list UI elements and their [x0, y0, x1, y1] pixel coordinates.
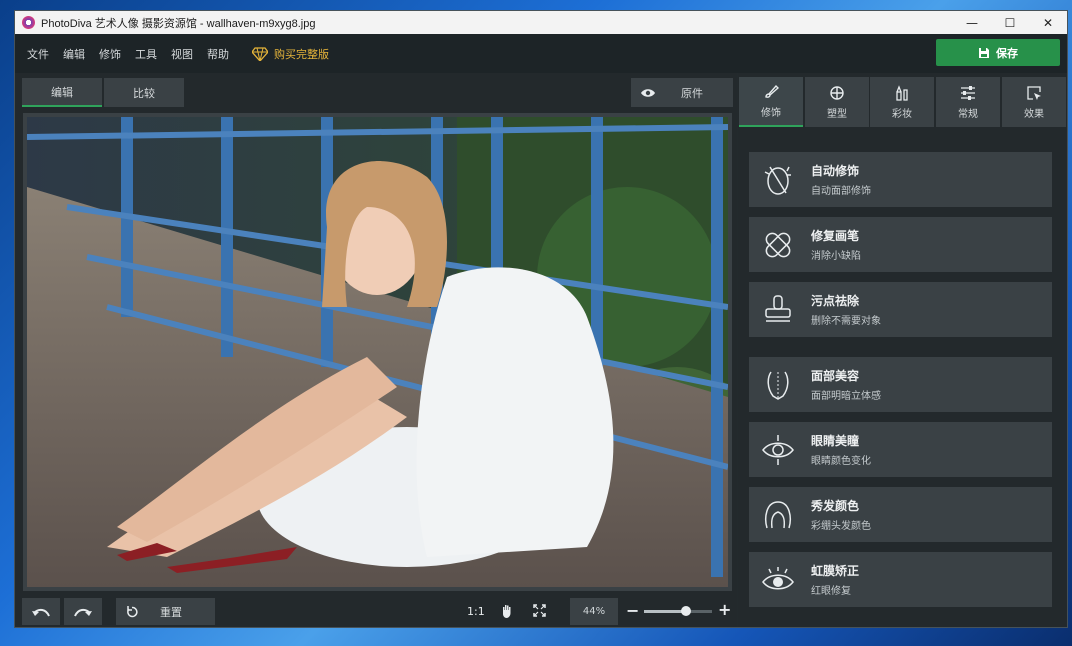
zoom-slider-thumb[interactable]	[681, 606, 692, 616]
menu-help[interactable]: 帮助	[200, 46, 236, 62]
menu-bar: 文件 编辑 修饰 工具 视图 帮助 购买完整版 保存	[15, 34, 1067, 73]
floppy-disk-icon	[979, 47, 989, 58]
save-label: 保存	[996, 46, 1018, 60]
menu-retouch[interactable]: 修饰	[92, 46, 128, 62]
tool-title: 眼睛美瞳	[811, 434, 860, 448]
tab-effects-label: 效果	[1024, 108, 1044, 120]
target-icon	[830, 85, 844, 100]
tool-title: 污点祛除	[811, 294, 860, 308]
menu-file[interactable]: 文件	[20, 46, 56, 62]
tool-hair-color[interactable]: 秀发颜色彩绷头发颜色	[749, 487, 1052, 542]
sliders-icon	[961, 85, 975, 100]
zoom-label: 44%	[582, 606, 606, 617]
reset-button[interactable]: 重置	[116, 598, 215, 625]
magic-face-icon	[764, 166, 791, 195]
minimize-button[interactable]: —	[953, 11, 991, 34]
tool-title: 虹膜矫正	[811, 564, 860, 578]
effects-icon	[1027, 85, 1041, 100]
tab-retouch[interactable]: 修饰	[739, 77, 803, 127]
tool-title: 面部美容	[811, 369, 860, 383]
photo-canvas[interactable]	[23, 113, 732, 591]
save-button[interactable]: 保存	[936, 39, 1060, 66]
tool-red-eye-fix[interactable]: 虹膜矫正 红眼修复	[749, 552, 1052, 607]
tool-subtitle: 红眼修复	[811, 586, 851, 597]
hair-icon	[765, 500, 791, 528]
undo-button[interactable]	[22, 598, 60, 625]
maximize-button[interactable]: ☐	[991, 11, 1029, 34]
bandage-icon	[765, 232, 791, 257]
tab-edit[interactable]: 编辑	[22, 78, 102, 107]
tool-title: 秀发颜色	[811, 499, 860, 513]
actual-size-button[interactable]: 1:1	[467, 605, 485, 618]
tool-subtitle: 面部明暗立体感	[811, 391, 881, 402]
zoom-slider-fill	[644, 610, 687, 613]
tool-eye-color[interactable]: 眼睛美瞳眼睛颜色变化	[749, 422, 1052, 477]
tool-subtitle: 删除不需要对象	[811, 316, 881, 327]
editor-bottom-bar: 重置 1:1 44% − +	[15, 595, 737, 627]
zoom-slider-track[interactable]	[644, 606, 712, 616]
redo-button[interactable]	[64, 598, 102, 625]
tool-blemish-removal[interactable]: 污点祛除删除不需要对象	[749, 282, 1052, 337]
editor-panel: 编辑 比较 原件 重置 1:1 44% − +	[15, 73, 737, 627]
app-logo-icon	[22, 16, 35, 29]
title-bar: PhotoDiva 艺术人像 摄影资源馆 - wallhaven-m9xyg8.…	[15, 11, 1067, 34]
lipstick-icon	[896, 84, 908, 101]
window-title: PhotoDiva 艺术人像 摄影资源馆 - wallhaven-m9xyg8.…	[41, 17, 316, 30]
menu-edit[interactable]: 编辑	[56, 46, 92, 62]
zoom-value[interactable]: 44%	[570, 598, 618, 625]
zoom-out-button[interactable]: −	[626, 601, 639, 620]
tab-edit-label: 编辑	[51, 85, 73, 99]
zoom-in-button[interactable]: +	[718, 600, 731, 619]
eye-target-icon	[762, 434, 794, 465]
iris-icon	[762, 566, 794, 589]
tab-makeup-label: 彩妆	[892, 108, 912, 120]
tab-compare-label: 比较	[133, 86, 155, 100]
tab-general-label: 常规	[958, 108, 978, 120]
app-window: PhotoDiva 艺术人像 摄影资源馆 - wallhaven-m9xyg8.…	[14, 10, 1068, 628]
tool-subtitle: 自动面部修饰	[811, 186, 871, 197]
reset-label: 重置	[160, 605, 182, 619]
tool-title: 修复画笔	[811, 229, 860, 243]
face-contour-icon	[767, 371, 789, 400]
tool-face-sculpt[interactable]: 面部美容面部明暗立体感	[749, 357, 1052, 412]
tool-subtitle: 眼睛颜色变化	[811, 456, 871, 467]
brush-icon	[765, 84, 779, 98]
tab-retouch-label: 修饰	[761, 107, 781, 119]
close-button[interactable]: ✕	[1029, 11, 1067, 34]
tool-subtitle: 消除小缺陷	[811, 251, 861, 262]
original-label: 原件	[681, 86, 703, 100]
tab-effects[interactable]: 效果	[1002, 77, 1066, 127]
diamond-icon	[252, 46, 268, 61]
buy-full-version-link[interactable]: 购买完整版	[252, 46, 329, 62]
redo-icon	[74, 608, 92, 616]
hand-pan-icon[interactable]	[501, 604, 513, 618]
tab-makeup[interactable]: 彩妆	[870, 77, 934, 127]
tab-reshape-label: 塑型	[827, 108, 847, 120]
tool-subtitle: 彩绷头发颜色	[811, 521, 871, 532]
tool-auto-retouch[interactable]: 自动修饰自动面部修饰	[749, 152, 1052, 207]
tab-compare[interactable]: 比较	[104, 78, 184, 107]
tool-healing-brush[interactable]: 修复画笔 消除小缺陷	[749, 217, 1052, 272]
eye-icon	[641, 88, 655, 97]
tab-reshape[interactable]: 塑型	[805, 77, 869, 127]
buy-label: 购买完整版	[274, 47, 329, 61]
fit-screen-icon[interactable]	[533, 604, 546, 617]
stamp-icon	[765, 294, 791, 322]
reset-icon	[127, 605, 138, 617]
undo-icon	[32, 608, 50, 616]
tool-title: 自动修饰	[811, 164, 860, 178]
tab-general[interactable]: 常规	[936, 77, 1000, 127]
tools-panel: 修饰 塑型 彩妆 常规 效果 自动修饰自动面部修饰 修复画笔消除小缺陷 污点	[738, 73, 1067, 627]
show-original-button[interactable]: 原件	[631, 78, 733, 107]
portrait-photo	[27, 117, 728, 587]
menu-tools[interactable]: 工具	[128, 46, 164, 62]
menu-view[interactable]: 视图	[164, 46, 200, 62]
